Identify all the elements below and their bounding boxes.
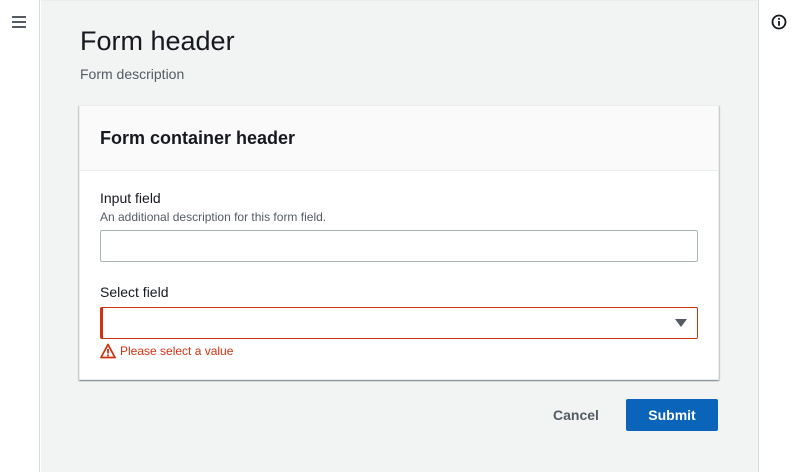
form-container: Form container header Input field An add… — [79, 105, 719, 380]
input-field[interactable] — [100, 230, 698, 262]
select-field-error-text: Please select a value — [120, 344, 234, 358]
info-icon[interactable] — [771, 14, 787, 30]
select-field-label: Select field — [100, 284, 169, 300]
main-content: Form header Form description Form contai… — [41, 0, 758, 472]
input-field-description: An additional description for this form … — [100, 210, 327, 224]
navigation-rail — [0, 0, 40, 472]
tools-rail — [758, 0, 798, 472]
page-description: Form description — [80, 66, 185, 82]
submit-button[interactable]: Submit — [626, 399, 718, 431]
input-field-label: Input field — [100, 190, 161, 206]
caret-down-icon — [675, 319, 687, 327]
select-field[interactable] — [100, 307, 698, 339]
select-field-error: Please select a value — [100, 343, 233, 359]
cancel-button[interactable]: Cancel — [536, 399, 616, 431]
warning-icon — [100, 343, 116, 359]
form-container-title: Form container header — [100, 128, 296, 148]
page-title: Form header — [80, 26, 235, 56]
hamburger-menu-icon[interactable] — [11, 14, 27, 30]
form-container-header: Form container header — [80, 106, 718, 171]
